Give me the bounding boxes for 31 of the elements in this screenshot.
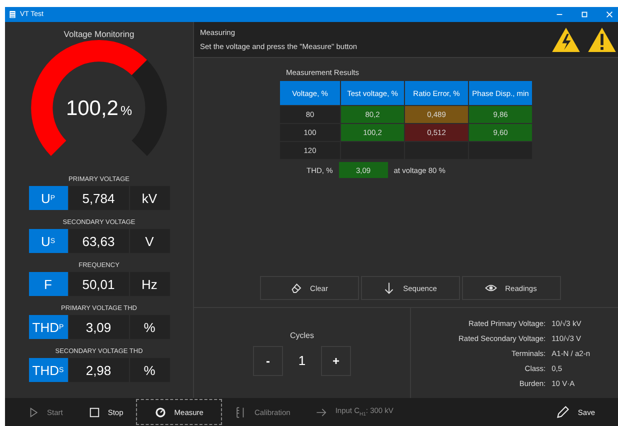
down-arrow-icon xyxy=(383,282,396,294)
gauge-value: 100,2 xyxy=(66,97,118,121)
increment-button[interactable]: + xyxy=(321,346,351,376)
eye-icon xyxy=(485,282,498,294)
pencil-icon xyxy=(556,405,570,419)
right-arrow-icon xyxy=(316,406,328,418)
close-icon[interactable] xyxy=(605,10,614,19)
stop-icon xyxy=(88,406,100,418)
reading-symbol: F xyxy=(28,272,68,296)
panel-title: Voltage Monitoring xyxy=(64,29,134,39)
app-icon xyxy=(9,10,16,19)
reading-value: 63,63 xyxy=(68,229,128,253)
decrement-button[interactable]: - xyxy=(253,346,283,376)
gauge-icon xyxy=(155,406,166,418)
gauge-unit: % xyxy=(120,103,132,118)
reading-value: 2,98 xyxy=(68,358,128,382)
cycles-value: 1 xyxy=(297,353,307,368)
cycles-label: Cycles xyxy=(290,330,314,340)
reading-value: 50,01 xyxy=(68,272,128,296)
reading-unit: kV xyxy=(130,186,170,210)
play-icon xyxy=(28,406,39,418)
high-voltage-warning-icon xyxy=(550,25,582,54)
maximize-icon[interactable] xyxy=(580,10,589,19)
reading-unit: % xyxy=(130,358,170,382)
reading-unit: V xyxy=(130,229,170,253)
reading-unit: % xyxy=(130,315,170,339)
calibration-icon xyxy=(235,406,246,418)
reading-unit: Hz xyxy=(130,272,170,296)
reading-value: 5,784 xyxy=(68,186,128,210)
eraser-icon xyxy=(290,282,302,294)
reading-value: 3,09 xyxy=(68,315,128,339)
